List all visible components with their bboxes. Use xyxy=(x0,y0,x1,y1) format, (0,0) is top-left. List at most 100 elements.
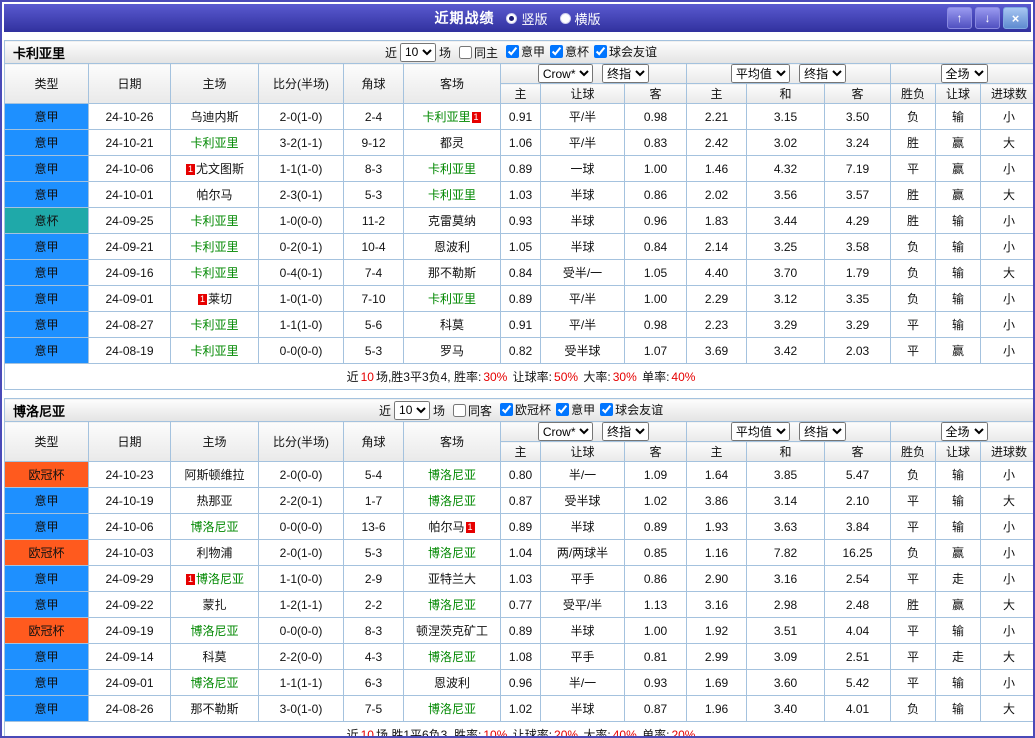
result-winlose: 平 xyxy=(890,155,936,182)
dropdown-header-row: 类型 日期 主场 比分(半场) 角球 客场 Crow* 终指 平均值 终指 全场 xyxy=(4,421,1033,462)
layout-radio-horizontal[interactable]: 横版 xyxy=(559,9,601,28)
result-handicap: 输 xyxy=(935,233,981,260)
close-button[interactable]: × xyxy=(1003,7,1028,29)
corner-count: 9-12 xyxy=(343,129,404,156)
match-score: 2-0(0-0) xyxy=(258,461,344,488)
match-row: 意甲 24-08-27 卡利亚里 1-1(1-0) 5-6 科莫 0.91 平/半 0.98 2.… xyxy=(4,311,1033,338)
avg-odds-select[interactable]: 平均值 xyxy=(730,64,790,83)
layout-radio-vertical[interactable]: 竖版 xyxy=(506,9,548,28)
result-handicap: 输 xyxy=(935,513,981,540)
match-row: 欧冠杯 24-10-23 阿斯顿维拉 2-0(0-0) 5-4 博洛尼亚 0.80 半/一 1.… xyxy=(4,461,1033,488)
same-venue-filter[interactable]: 同主 xyxy=(459,44,498,61)
col-avg-draw: 和 xyxy=(746,441,825,462)
result-goals: 小 xyxy=(979,311,1033,338)
match-type-badge: 意甲 xyxy=(4,233,89,260)
match-type-badge: 意甲 xyxy=(4,565,89,592)
match-count-select[interactable]: 10 xyxy=(394,400,431,420)
summary-segment: 20% xyxy=(554,728,579,738)
team-name-text: 克雷莫纳 xyxy=(427,214,476,228)
summary-segment: 场,胜1平6负3, 胜率: xyxy=(375,728,482,738)
avg-odds-group: 平均值 终指 xyxy=(686,63,891,84)
odds-value: 半球 xyxy=(540,207,625,234)
avg-odds-value: 4.01 xyxy=(824,695,891,722)
match-score: 1-1(0-0) xyxy=(258,565,344,592)
match-row: 意甲 24-10-06 1 尤文图斯 1-1(1-0) 8-3 卡利亚里 0.89 一球 1.00… xyxy=(4,155,1033,182)
avg-odds-value: 2.03 xyxy=(824,337,891,364)
away-team-cell: 科莫 xyxy=(403,311,501,338)
col-avg-home: 主 xyxy=(686,441,747,462)
avg-odds-select[interactable]: 平均值 xyxy=(730,422,790,441)
result-winlose: 胜 xyxy=(890,591,936,618)
scroll-down-button[interactable]: ↓ xyxy=(975,7,1000,29)
final-odds-select-2[interactable]: 终指 xyxy=(799,64,847,83)
scroll-up-button[interactable]: ↑ xyxy=(947,7,972,29)
match-score: 0-4(0-1) xyxy=(258,259,344,286)
match-count-select[interactable]: 10 xyxy=(399,42,436,62)
avg-odds-value: 3.60 xyxy=(746,669,825,696)
final-odds-select-1[interactable]: 终指 xyxy=(602,64,650,83)
result-goals: 小 xyxy=(979,207,1033,234)
odds-source-select[interactable]: Crow* xyxy=(537,64,593,83)
result-handicap: 输 xyxy=(935,259,981,286)
col-type: 类型 xyxy=(4,421,89,462)
team-name-text: 卡利亚里 xyxy=(190,344,239,358)
team-name-text: 博洛尼亚 xyxy=(427,598,476,612)
same-venue-checkbox[interactable] xyxy=(459,45,472,59)
team-title: 博洛尼亚 xyxy=(13,403,66,419)
league-checkbox[interactable] xyxy=(550,45,564,58)
avg-odds-value: 3.02 xyxy=(746,129,825,156)
league-filter[interactable]: 意杯 xyxy=(550,43,589,60)
avg-odds-value: 3.29 xyxy=(824,311,891,338)
match-row: 意甲 24-09-16 卡利亚里 0-4(0-1) 7-4 那不勒斯 0.84 受半/一 1.0… xyxy=(4,259,1033,286)
section-row: 博洛尼亚 近 10 场 同客 欧冠杯 意甲 球会友谊 xyxy=(3,398,1033,422)
match-row: 意甲 24-09-01 博洛尼亚 1-1(1-1) 6-3 恩波利 0.96 半/一 0.93 1… xyxy=(4,669,1033,696)
odds-source-select[interactable]: Crow* xyxy=(537,422,593,441)
corner-count: 7-4 xyxy=(343,259,404,286)
scope-select[interactable]: 全场 xyxy=(940,422,988,441)
league-filter[interactable]: 欧冠杯 xyxy=(500,401,551,418)
summary-segment: 10 xyxy=(360,728,374,738)
match-score: 0-0(0-0) xyxy=(258,617,344,644)
tables-container: 卡利亚里 近 10 场 同主 意甲 意杯 球会友谊 类型 日期 主场 比分(半场… xyxy=(3,40,1033,736)
away-team-cell: 帕尔马 1 xyxy=(403,513,501,540)
away-team-cell: 那不勒斯 xyxy=(403,259,501,286)
match-date: 24-10-03 xyxy=(88,539,171,566)
home-team-cell: 帕尔马 xyxy=(170,181,259,208)
match-type-badge: 欧冠杯 xyxy=(4,461,89,488)
league-filter[interactable]: 意甲 xyxy=(556,401,595,418)
league-filter[interactable]: 球会友谊 xyxy=(594,43,657,60)
away-team-cell: 博洛尼亚 xyxy=(403,695,501,722)
final-odds-select-1[interactable]: 终指 xyxy=(602,422,650,441)
recent-matches-table: 博洛尼亚 近 10 场 同客 欧冠杯 意甲 球会友谊 类型 日期 主场 比分(半… xyxy=(3,398,1033,738)
league-filter[interactable]: 球会友谊 xyxy=(600,401,663,418)
match-type-badge: 意甲 xyxy=(4,513,89,540)
league-checkbox[interactable] xyxy=(600,403,614,416)
result-goals: 小 xyxy=(979,669,1033,696)
match-date: 24-09-01 xyxy=(88,669,171,696)
league-checkbox[interactable] xyxy=(500,403,514,416)
league-filter[interactable]: 意甲 xyxy=(506,43,545,60)
col-avg-away: 客 xyxy=(824,441,891,462)
league-checkbox[interactable] xyxy=(556,403,570,416)
rank-badge: 1 xyxy=(185,574,195,585)
corner-count: 5-3 xyxy=(343,337,404,364)
avg-odds-value: 16.25 xyxy=(824,539,891,566)
same-venue-checkbox[interactable] xyxy=(453,403,467,417)
team-name-text: 都灵 xyxy=(439,136,464,150)
result-winlose: 平 xyxy=(890,669,936,696)
league-checkbox[interactable] xyxy=(506,45,520,58)
team-name-text: 博洛尼亚 xyxy=(196,572,245,586)
league-checkbox[interactable] xyxy=(594,45,608,58)
result-handicap: 输 xyxy=(935,487,981,514)
home-team-cell: 卡利亚里 xyxy=(170,233,259,260)
result-winlose: 负 xyxy=(890,461,936,488)
match-date: 24-10-06 xyxy=(88,513,171,540)
same-venue-filter[interactable]: 同客 xyxy=(453,402,492,419)
odds-value: 0.98 xyxy=(624,311,687,338)
match-score: 1-0(0-0) xyxy=(258,207,344,234)
scope-select[interactable]: 全场 xyxy=(940,64,988,83)
final-odds-select-2[interactable]: 终指 xyxy=(799,422,847,441)
match-row: 意甲 24-08-26 那不勒斯 3-0(1-0) 7-5 博洛尼亚 1.02 半球 0.87 1… xyxy=(4,695,1033,722)
avg-odds-value: 2.02 xyxy=(686,181,747,208)
match-row: 意甲 24-10-19 热那亚 2-2(0-1) 1-7 博洛尼亚 0.87 受半球 1.02 3… xyxy=(4,487,1033,514)
